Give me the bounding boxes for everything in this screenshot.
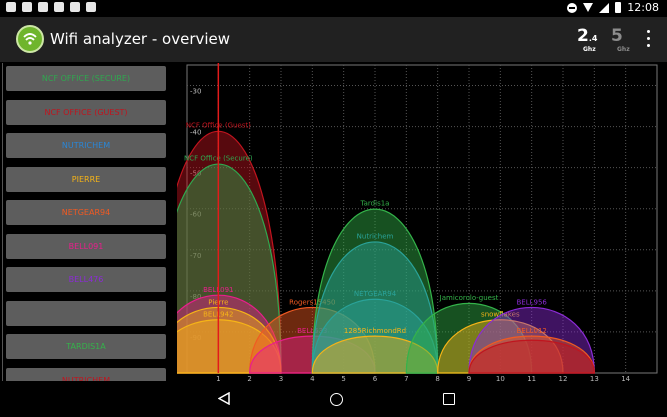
network-item[interactable] [6, 300, 166, 326]
maps-icon [6, 2, 16, 12]
network-signal-label: BELL956 [516, 298, 547, 306]
network-item[interactable]: NETGEAR94 [6, 200, 166, 225]
network-signal-label: 1285RichmondRd [344, 327, 406, 335]
network-item[interactable]: TARDIS1A [6, 334, 166, 359]
wifi-analyzer-logo-icon [16, 25, 44, 53]
network-item[interactable]: NUTRICHEM [6, 133, 166, 158]
network-signal-label: NETGEAR94 [354, 290, 397, 298]
image-icon [22, 2, 32, 12]
app-toolbar: Wifi analyzer - overview 2.4 Ghz 5 Ghz [0, 17, 667, 62]
network-signal-label: BELL012 [516, 327, 546, 335]
clock: 12:08 [627, 1, 659, 14]
news-icon [54, 2, 64, 12]
do-not-disturb-icon [567, 2, 578, 13]
band-2-4ghz-toggle[interactable]: 2.4 Ghz [577, 26, 597, 53]
network-signal-label: Nutrichem [357, 233, 394, 241]
network-item[interactable]: NCF OFFICE (GUEST) [6, 99, 166, 125]
recent-apps-icon[interactable] [443, 393, 455, 405]
system-nav-bar [0, 381, 667, 417]
home-icon[interactable] [330, 393, 343, 406]
network-item[interactable]: NCF OFFICE (SECURE) [6, 66, 166, 91]
network-list: NCF OFFICE (SECURE) NCF OFFICE (GUEST) NUT… [0, 63, 175, 381]
battery-icon [615, 2, 622, 13]
network-item[interactable]: BELL476 [6, 267, 166, 292]
channel-graph: -30-40-50-60-70-80-901 2 3 4 5 6 7 8 9 10 11 12 13 14… [155, 63, 658, 383]
notification-icons [6, 2, 96, 12]
overflow-menu-button[interactable] [640, 28, 656, 50]
network-signal-label: Tardis1a [360, 200, 390, 208]
y-tick-label: -40 [190, 129, 201, 137]
channel-chart: -30 -40 -50 -60 -70 -80 -90 1 2 3 4 5 6 7 8 9 10 11 12 13 14… [155, 63, 667, 383]
wifi-icon [583, 3, 594, 12]
network-item[interactable]: NUTRICHEM [6, 367, 166, 381]
y-tick-label: -30 [190, 88, 201, 96]
status-bar: 12:08 [0, 0, 667, 17]
gallery-icon [86, 2, 96, 12]
google-icon [70, 2, 80, 12]
scroll-track [2, 63, 3, 381]
network-item[interactable]: BELL091 [6, 233, 166, 259]
cell-signal-icon [599, 2, 610, 13]
network-item[interactable]: PIERRE [6, 166, 166, 192]
cloud-icon [38, 2, 48, 12]
page-title: Wifi analyzer - overview [50, 30, 231, 48]
network-signal-label: Jamicorolo-guest [439, 294, 499, 302]
back-icon[interactable] [218, 392, 230, 405]
band-5ghz-toggle[interactable]: 5 Ghz [611, 26, 630, 53]
